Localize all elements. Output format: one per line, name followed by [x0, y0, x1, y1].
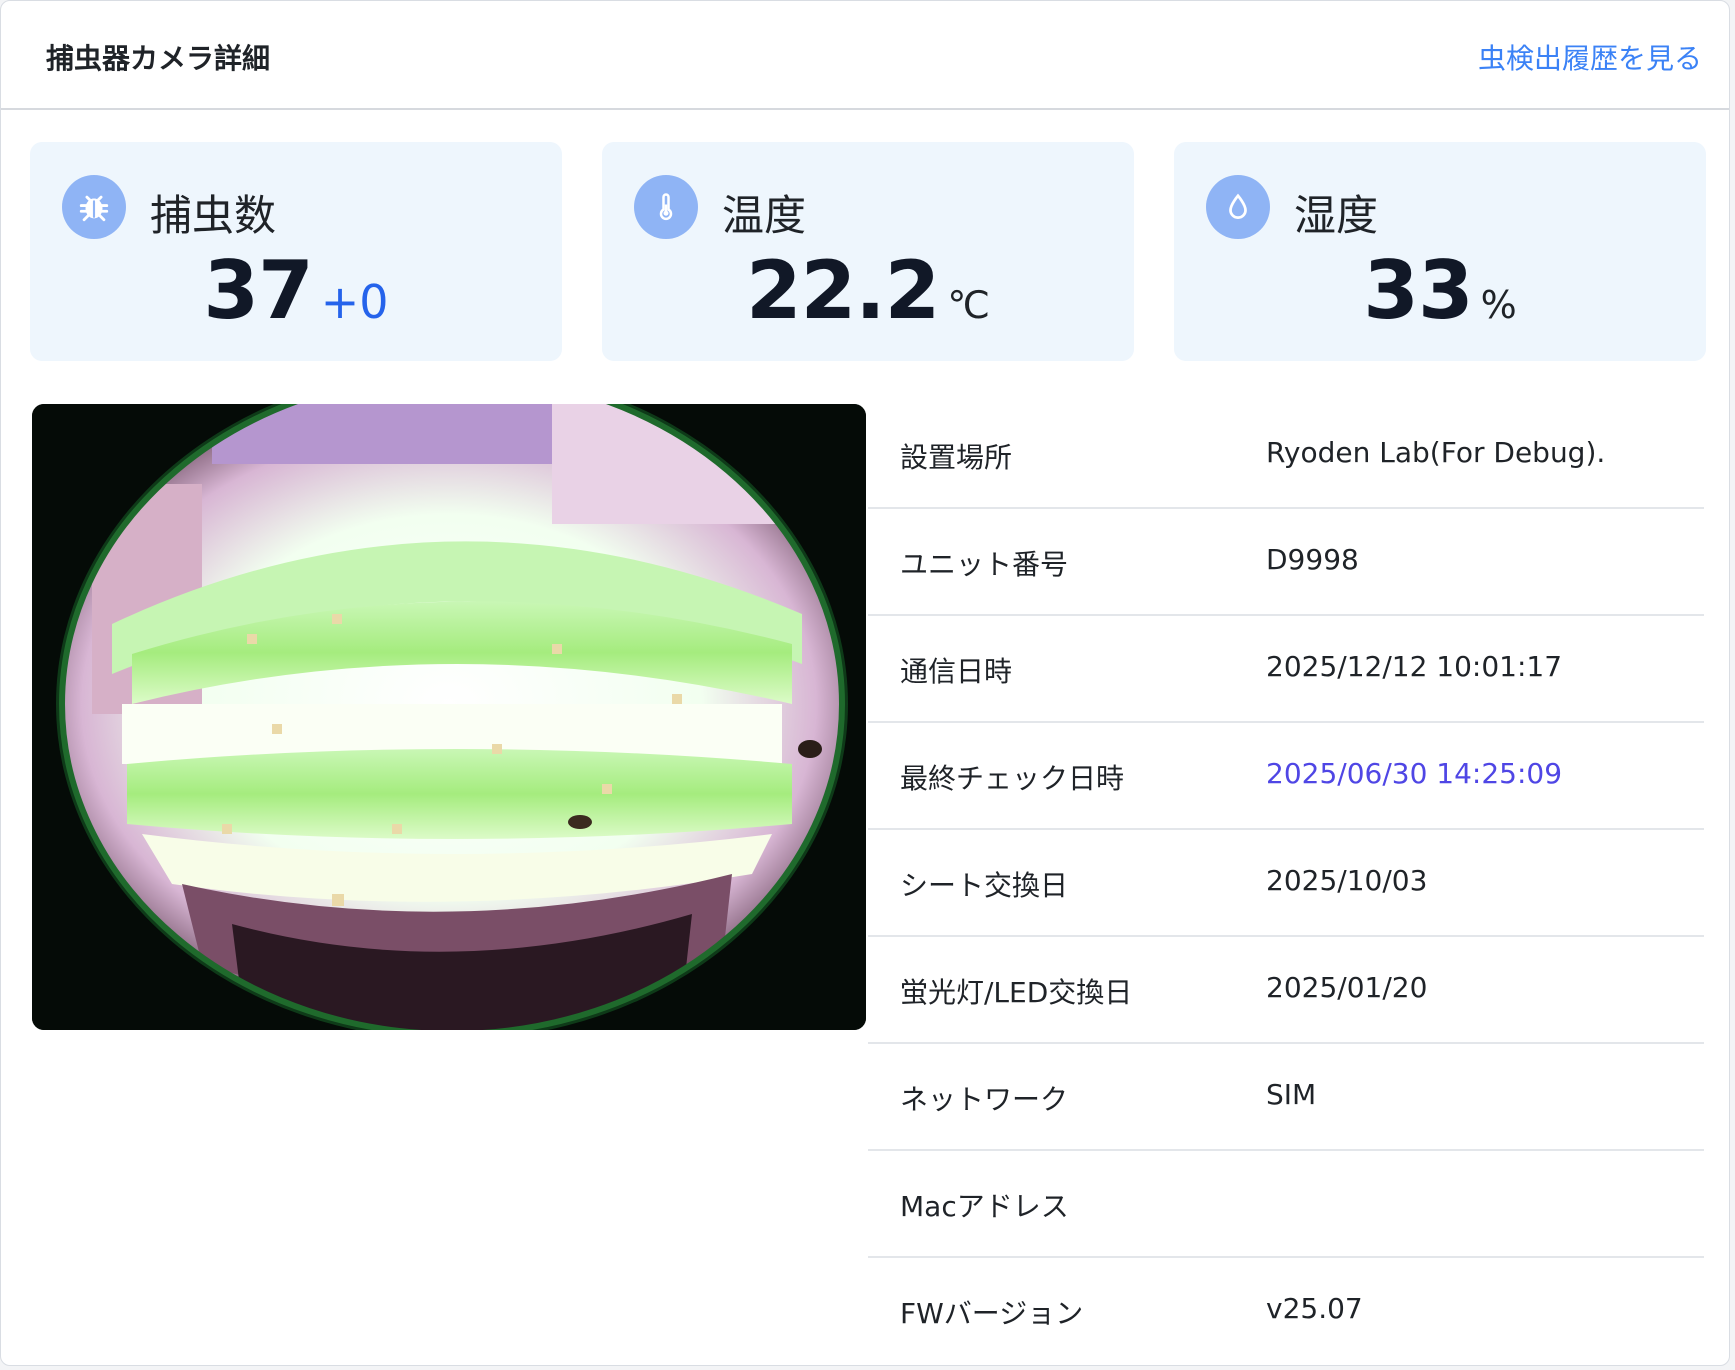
detail-row-sheet-replaced: シート交換日 2025/10/03: [868, 830, 1704, 937]
insect-count-value-row: 37 +0: [30, 244, 562, 337]
detail-label: 設置場所: [900, 441, 1013, 474]
detail-label: 通信日時: [900, 655, 1013, 688]
temperature-label: 温度: [722, 191, 807, 240]
page-title: 捕虫器カメラ詳細: [46, 42, 271, 75]
detail-row-network: ネットワーク SIM: [868, 1044, 1704, 1151]
temperature-value: 22.2: [745, 244, 940, 337]
humidity-value-row: 33%: [1174, 244, 1706, 337]
detail-row-location: 設置場所 Ryoden Lab(For Debug).: [868, 402, 1704, 509]
detail-value: SIM: [1266, 1078, 1317, 1111]
detail-row-fw-version: FWバージョン v25.07: [868, 1258, 1704, 1363]
insect-count-value: 37: [203, 244, 313, 337]
detection-history-link[interactable]: 虫検出履歴を見る: [1478, 37, 1702, 77]
detail-row-mac-address: Macアドレス: [868, 1151, 1704, 1258]
detail-label: 蛍光灯/LED交換日: [900, 976, 1133, 1009]
detail-label: ネットワーク: [900, 1083, 1069, 1116]
detail-row-unit-number: ユニット番号 D9998: [868, 509, 1704, 616]
trap-camera-image[interactable]: [32, 404, 866, 1030]
panel-header: 捕虫器カメラ詳細 虫検出履歴を見る: [1, 1, 1729, 110]
detail-label: 最終チェック日時: [900, 762, 1125, 795]
temperature-card: 温度 22.2 ℃: [602, 142, 1134, 361]
detail-value: 2025/10/03: [1266, 864, 1428, 897]
last-check-link[interactable]: 2025/06/30 14:25:09: [1266, 757, 1562, 790]
temperature-value-row: 22.2 ℃: [602, 244, 1134, 337]
detail-value: D9998: [1266, 543, 1359, 576]
detail-label: ユニット番号: [900, 548, 1069, 581]
detail-table: 設置場所 Ryoden Lab(For Debug). ユニット番号 D9998…: [868, 402, 1704, 1363]
humidity-value: 33: [1363, 244, 1473, 337]
detail-row-lamp-replaced: 蛍光灯/LED交換日 2025/01/20: [868, 937, 1704, 1044]
insect-count-card: 捕虫数 37 +0: [30, 142, 562, 361]
detail-row-last-check: 最終チェック日時 2025/06/30 14:25:09: [868, 723, 1704, 830]
humidity-unit: %: [1480, 283, 1517, 327]
detail-label: Macアドレス: [900, 1190, 1069, 1223]
detail-value: Ryoden Lab(For Debug).: [1266, 436, 1606, 469]
insect-count-label: 捕虫数: [150, 191, 277, 240]
thermometer-icon: [634, 175, 698, 239]
detail-label: シート交換日: [900, 869, 1069, 902]
temperature-unit: ℃: [947, 283, 991, 327]
humidity-card: 湿度 33%: [1174, 142, 1706, 361]
detail-row-comm-datetime: 通信日時 2025/12/12 10:01:17: [868, 616, 1704, 723]
water-drop-icon: [1206, 175, 1270, 239]
detail-label: FWバージョン: [900, 1297, 1084, 1330]
humidity-label: 湿度: [1294, 191, 1379, 240]
camera-detail-panel: 捕虫器カメラ詳細 虫検出履歴を見る 捕虫数 37 +0 温度 22.2 ℃ 湿度…: [0, 0, 1730, 1366]
detail-value: 2025/01/20: [1266, 971, 1428, 1004]
bug-icon: [62, 175, 126, 239]
insect-count-delta: +0: [320, 275, 389, 329]
detail-value: v25.07: [1266, 1292, 1363, 1325]
detail-value: 2025/12/12 10:01:17: [1266, 650, 1563, 683]
